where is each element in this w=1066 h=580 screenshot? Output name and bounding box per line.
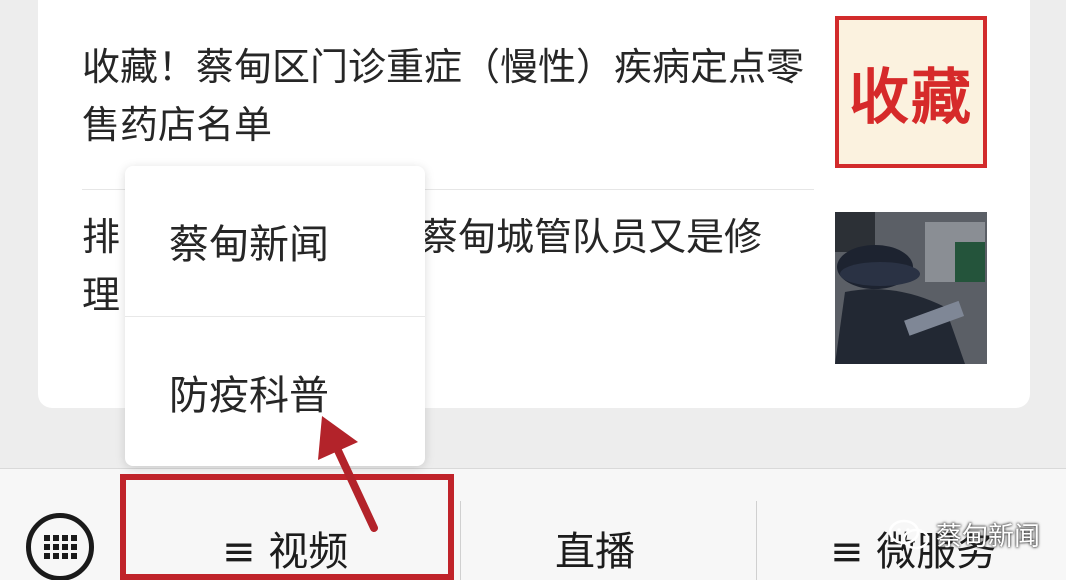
wechat-icon — [888, 519, 930, 549]
watermark-text: 蔡甸新闻 — [936, 522, 1041, 552]
account-watermark: 蔡甸新闻 — [888, 516, 1040, 553]
arrow-annotation — [318, 416, 378, 532]
